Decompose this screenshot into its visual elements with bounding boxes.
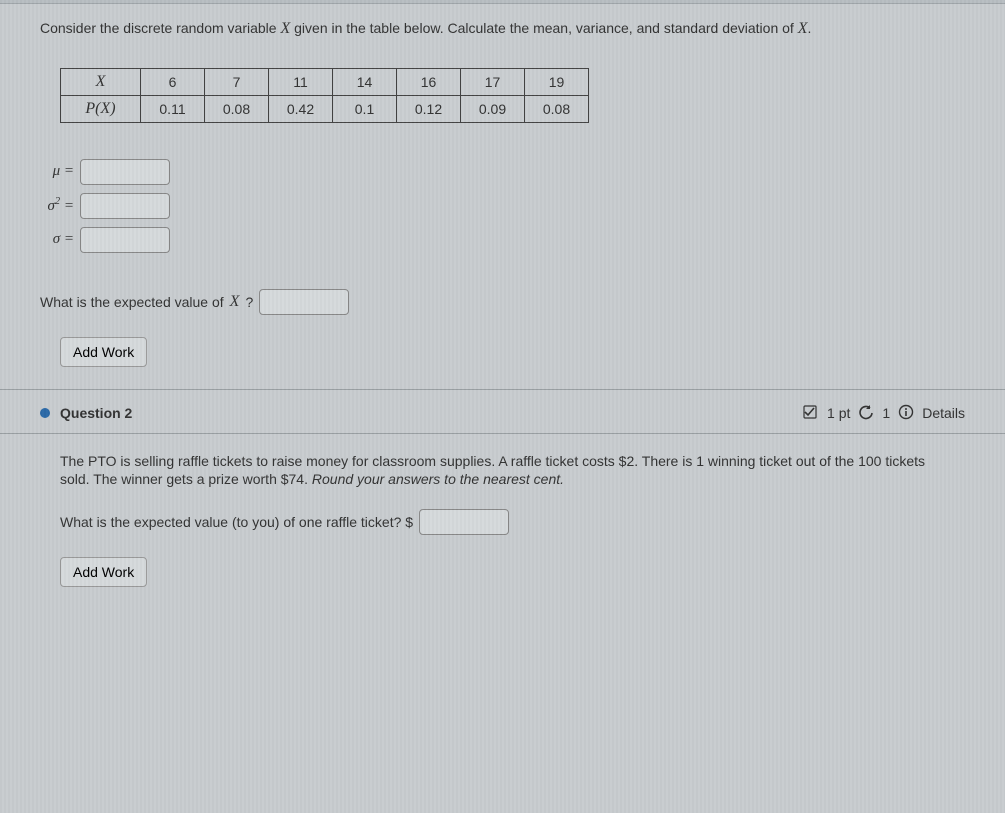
- q2-header-right: 1 pt 1 Details: [803, 404, 965, 423]
- q2-header-left: Question 2: [40, 405, 132, 421]
- table-row-px: P(X) 0.11 0.08 0.42 0.1 0.12 0.09 0.08: [61, 95, 589, 122]
- info-icon: [898, 404, 914, 423]
- x-cell: 17: [461, 68, 525, 95]
- q2-ev-input[interactable]: [419, 509, 509, 535]
- p-cell: 0.09: [461, 95, 525, 122]
- expected-value-label-b: ?: [245, 294, 253, 310]
- var-X-3: X: [230, 293, 240, 311]
- x-cell: 11: [269, 68, 333, 95]
- p-cell: 0.1: [333, 95, 397, 122]
- row-header-x: X: [61, 68, 141, 95]
- sigma2-row: σ2 =: [40, 193, 965, 219]
- p-cell: 0.08: [205, 95, 269, 122]
- q1-prompt-text-a: Consider the discrete random variable: [40, 20, 280, 36]
- p-cell: 0.08: [525, 95, 589, 122]
- x-cell: 19: [525, 68, 589, 95]
- sigma-row: σ =: [40, 227, 965, 253]
- question-divider: [0, 389, 1005, 390]
- expected-value-input[interactable]: [259, 289, 349, 315]
- x-cell: 14: [333, 68, 397, 95]
- q2-add-work-button[interactable]: Add Work: [60, 557, 147, 587]
- details-link[interactable]: Details: [922, 405, 965, 421]
- q2-prompt: The PTO is selling raffle tickets to rai…: [60, 452, 945, 490]
- add-work-button[interactable]: Add Work: [60, 337, 147, 367]
- check-icon: [803, 404, 819, 423]
- answer-block: μ = σ2 = σ =: [40, 159, 965, 253]
- q1-prompt-text-b: given in the table below. Calculate the …: [290, 20, 797, 36]
- retry-icon: [858, 404, 874, 423]
- p-cell: 0.11: [141, 95, 205, 122]
- row-header-px: P(X): [61, 95, 141, 122]
- mu-label: μ =: [40, 163, 80, 180]
- table-row-x: X 6 7 11 14 16 17 19: [61, 68, 589, 95]
- distribution-table: X 6 7 11 14 16 17 19 P(X) 0.11 0.08 0.42…: [60, 68, 589, 123]
- mu-row: μ =: [40, 159, 965, 185]
- page-content: Consider the discrete random variable X …: [0, 4, 1005, 607]
- q1-prompt: Consider the discrete random variable X …: [40, 18, 965, 40]
- var-X: X: [280, 20, 290, 37]
- sigma2-label: σ2 =: [40, 196, 80, 215]
- q2-ev-row: What is the expected value (to you) of o…: [60, 509, 945, 535]
- sigma-input[interactable]: [80, 227, 170, 253]
- mu-input[interactable]: [80, 159, 170, 185]
- q1-prompt-text-c: .: [807, 20, 811, 36]
- q2-title: Question 2: [60, 405, 132, 421]
- expected-value-label-a: What is the expected value of: [40, 294, 224, 310]
- p-cell: 0.12: [397, 95, 461, 122]
- x-cell: 6: [141, 68, 205, 95]
- p-cell: 0.42: [269, 95, 333, 122]
- q2-divider: [0, 433, 1005, 434]
- sigma-label: σ =: [40, 231, 80, 248]
- attempts-label: 1: [882, 405, 890, 421]
- x-cell: 7: [205, 68, 269, 95]
- q2-body-italic: Round your answers to the nearest cent.: [312, 471, 564, 487]
- q2-ev-label: What is the expected value (to you) of o…: [60, 514, 413, 530]
- points-label: 1 pt: [827, 405, 850, 421]
- sigma2-input[interactable]: [80, 193, 170, 219]
- expected-value-row: What is the expected value of X?: [40, 289, 965, 315]
- x-cell: 16: [397, 68, 461, 95]
- status-dot-icon: [40, 408, 50, 418]
- q2-body: The PTO is selling raffle tickets to rai…: [40, 448, 965, 588]
- q2-header: Question 2 1 pt 1 Details: [40, 404, 965, 423]
